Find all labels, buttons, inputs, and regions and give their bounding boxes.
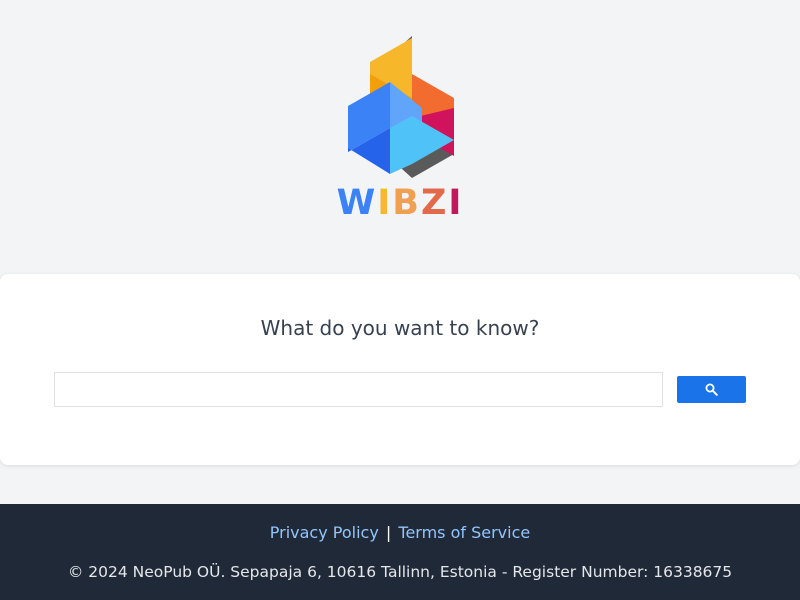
search-input[interactable] (54, 372, 663, 407)
privacy-policy-link[interactable]: Privacy Policy (270, 523, 379, 542)
logo-wordmark: WIBZI (0, 184, 800, 222)
footer-separator: | (385, 523, 392, 542)
copyright-text: © 2024 NeoPub OÜ. Sepapaja 6, 10616 Tall… (67, 563, 733, 581)
logo-letter-z: Z (420, 183, 449, 223)
wibzi-logo-mark (348, 36, 454, 178)
footer: Privacy Policy | Terms of Service © 2024… (0, 504, 800, 600)
logo-letter-i-2: I (448, 183, 464, 223)
logo-letter-i: I (377, 183, 393, 223)
page: WIBZI What do you want to know? Privacy … (0, 0, 800, 600)
search-icon (705, 383, 718, 396)
logo-letter-b: B (392, 183, 421, 223)
logo-letter-w: W (336, 183, 378, 223)
logo: WIBZI (0, 30, 800, 230)
search-prompt: What do you want to know? (260, 316, 540, 340)
search-button[interactable] (677, 376, 746, 403)
search-card: What do you want to know? (0, 274, 800, 465)
footer-links: Privacy Policy | Terms of Service (0, 523, 800, 542)
terms-of-service-link[interactable]: Terms of Service (398, 523, 530, 542)
